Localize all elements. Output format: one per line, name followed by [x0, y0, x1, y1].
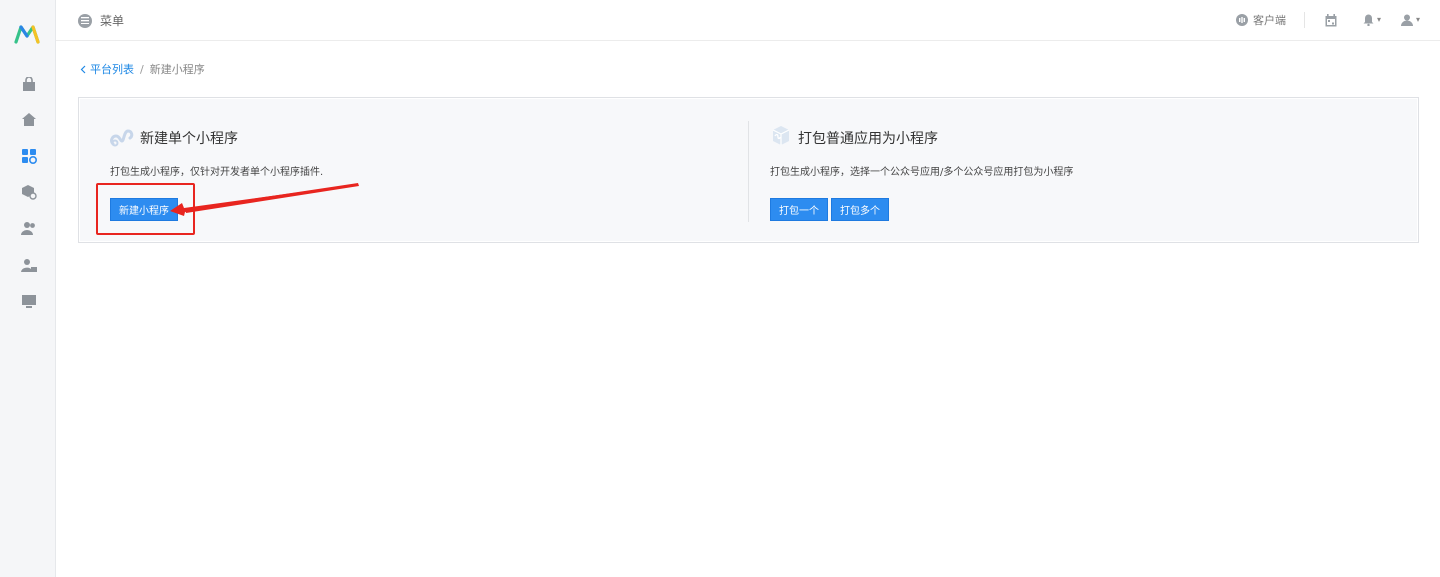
shopping-bag-icon[interactable]: [20, 75, 38, 93]
user-icon: [1400, 11, 1413, 30]
breadcrumb: 平台列表 / 新建小程序: [80, 61, 205, 77]
apps-settings-icon[interactable]: [20, 147, 38, 165]
user-lock-icon[interactable]: [20, 256, 38, 274]
chevron-down-icon: ▾: [1376, 15, 1381, 24]
annotation-arrow: [170, 183, 359, 216]
package-app-title: 打包普通应用为小程序: [770, 125, 938, 151]
package-one-button[interactable]: 打包一个: [770, 198, 828, 221]
menu-label: 菜单: [100, 14, 125, 28]
header-divider: [1303, 12, 1305, 28]
m-logo-icon[interactable]: [14, 23, 40, 45]
package-app-description: 打包生成小程序，选择一个公众号应用/多个公众号应用打包为小程序: [770, 167, 1074, 178]
calendar-icon[interactable]: [1325, 13, 1337, 27]
chevron-left-icon: [80, 65, 86, 73]
single-app-card: 新建单个小程序 打包生成小程序，仅针对开发者单个小程序插件. 新建小程序: [110, 98, 740, 242]
users-icon[interactable]: [20, 219, 38, 237]
monitor-icon[interactable]: [20, 292, 38, 310]
package-box-icon: [770, 125, 792, 151]
single-app-description: 打包生成小程序，仅针对开发者单个小程序插件.: [110, 167, 324, 178]
client-link[interactable]: 客户端: [1235, 12, 1286, 28]
single-app-title: 新建单个小程序: [110, 125, 238, 151]
breadcrumb-separator: /: [140, 62, 144, 76]
breadcrumb-back-label: 平台列表: [90, 63, 134, 76]
card-divider: [748, 121, 749, 222]
package-many-button[interactable]: 打包多个: [831, 198, 889, 221]
client-label: 客户端: [1252, 14, 1286, 27]
sidebar: [0, 0, 56, 577]
list-icon: [78, 13, 92, 28]
package-app-card: 打包普通应用为小程序 打包生成小程序，选择一个公众号应用/多个公众号应用打包为小…: [770, 98, 1370, 242]
notifications-dropdown[interactable]: ▾: [1363, 11, 1381, 30]
chevron-down-icon: ▾: [1415, 15, 1420, 24]
top-bar: 菜单 客户端 ▾ ▾: [56, 0, 1440, 41]
home-icon[interactable]: [20, 110, 38, 128]
user-dropdown[interactable]: ▾: [1400, 11, 1420, 30]
bell-icon: [1363, 11, 1374, 30]
annotation-highlight-box: [96, 183, 195, 235]
breadcrumb-back-link[interactable]: 平台列表: [80, 61, 134, 77]
breadcrumb-current: 新建小程序: [149, 63, 205, 76]
create-options-panel: 新建单个小程序 打包生成小程序，仅针对开发者单个小程序插件. 新建小程序 打包普…: [78, 97, 1419, 243]
menu-button[interactable]: 菜单: [78, 12, 124, 29]
client-icon: [1235, 14, 1248, 26]
mini-program-icon: [110, 125, 134, 151]
box-settings-icon[interactable]: [20, 183, 38, 201]
